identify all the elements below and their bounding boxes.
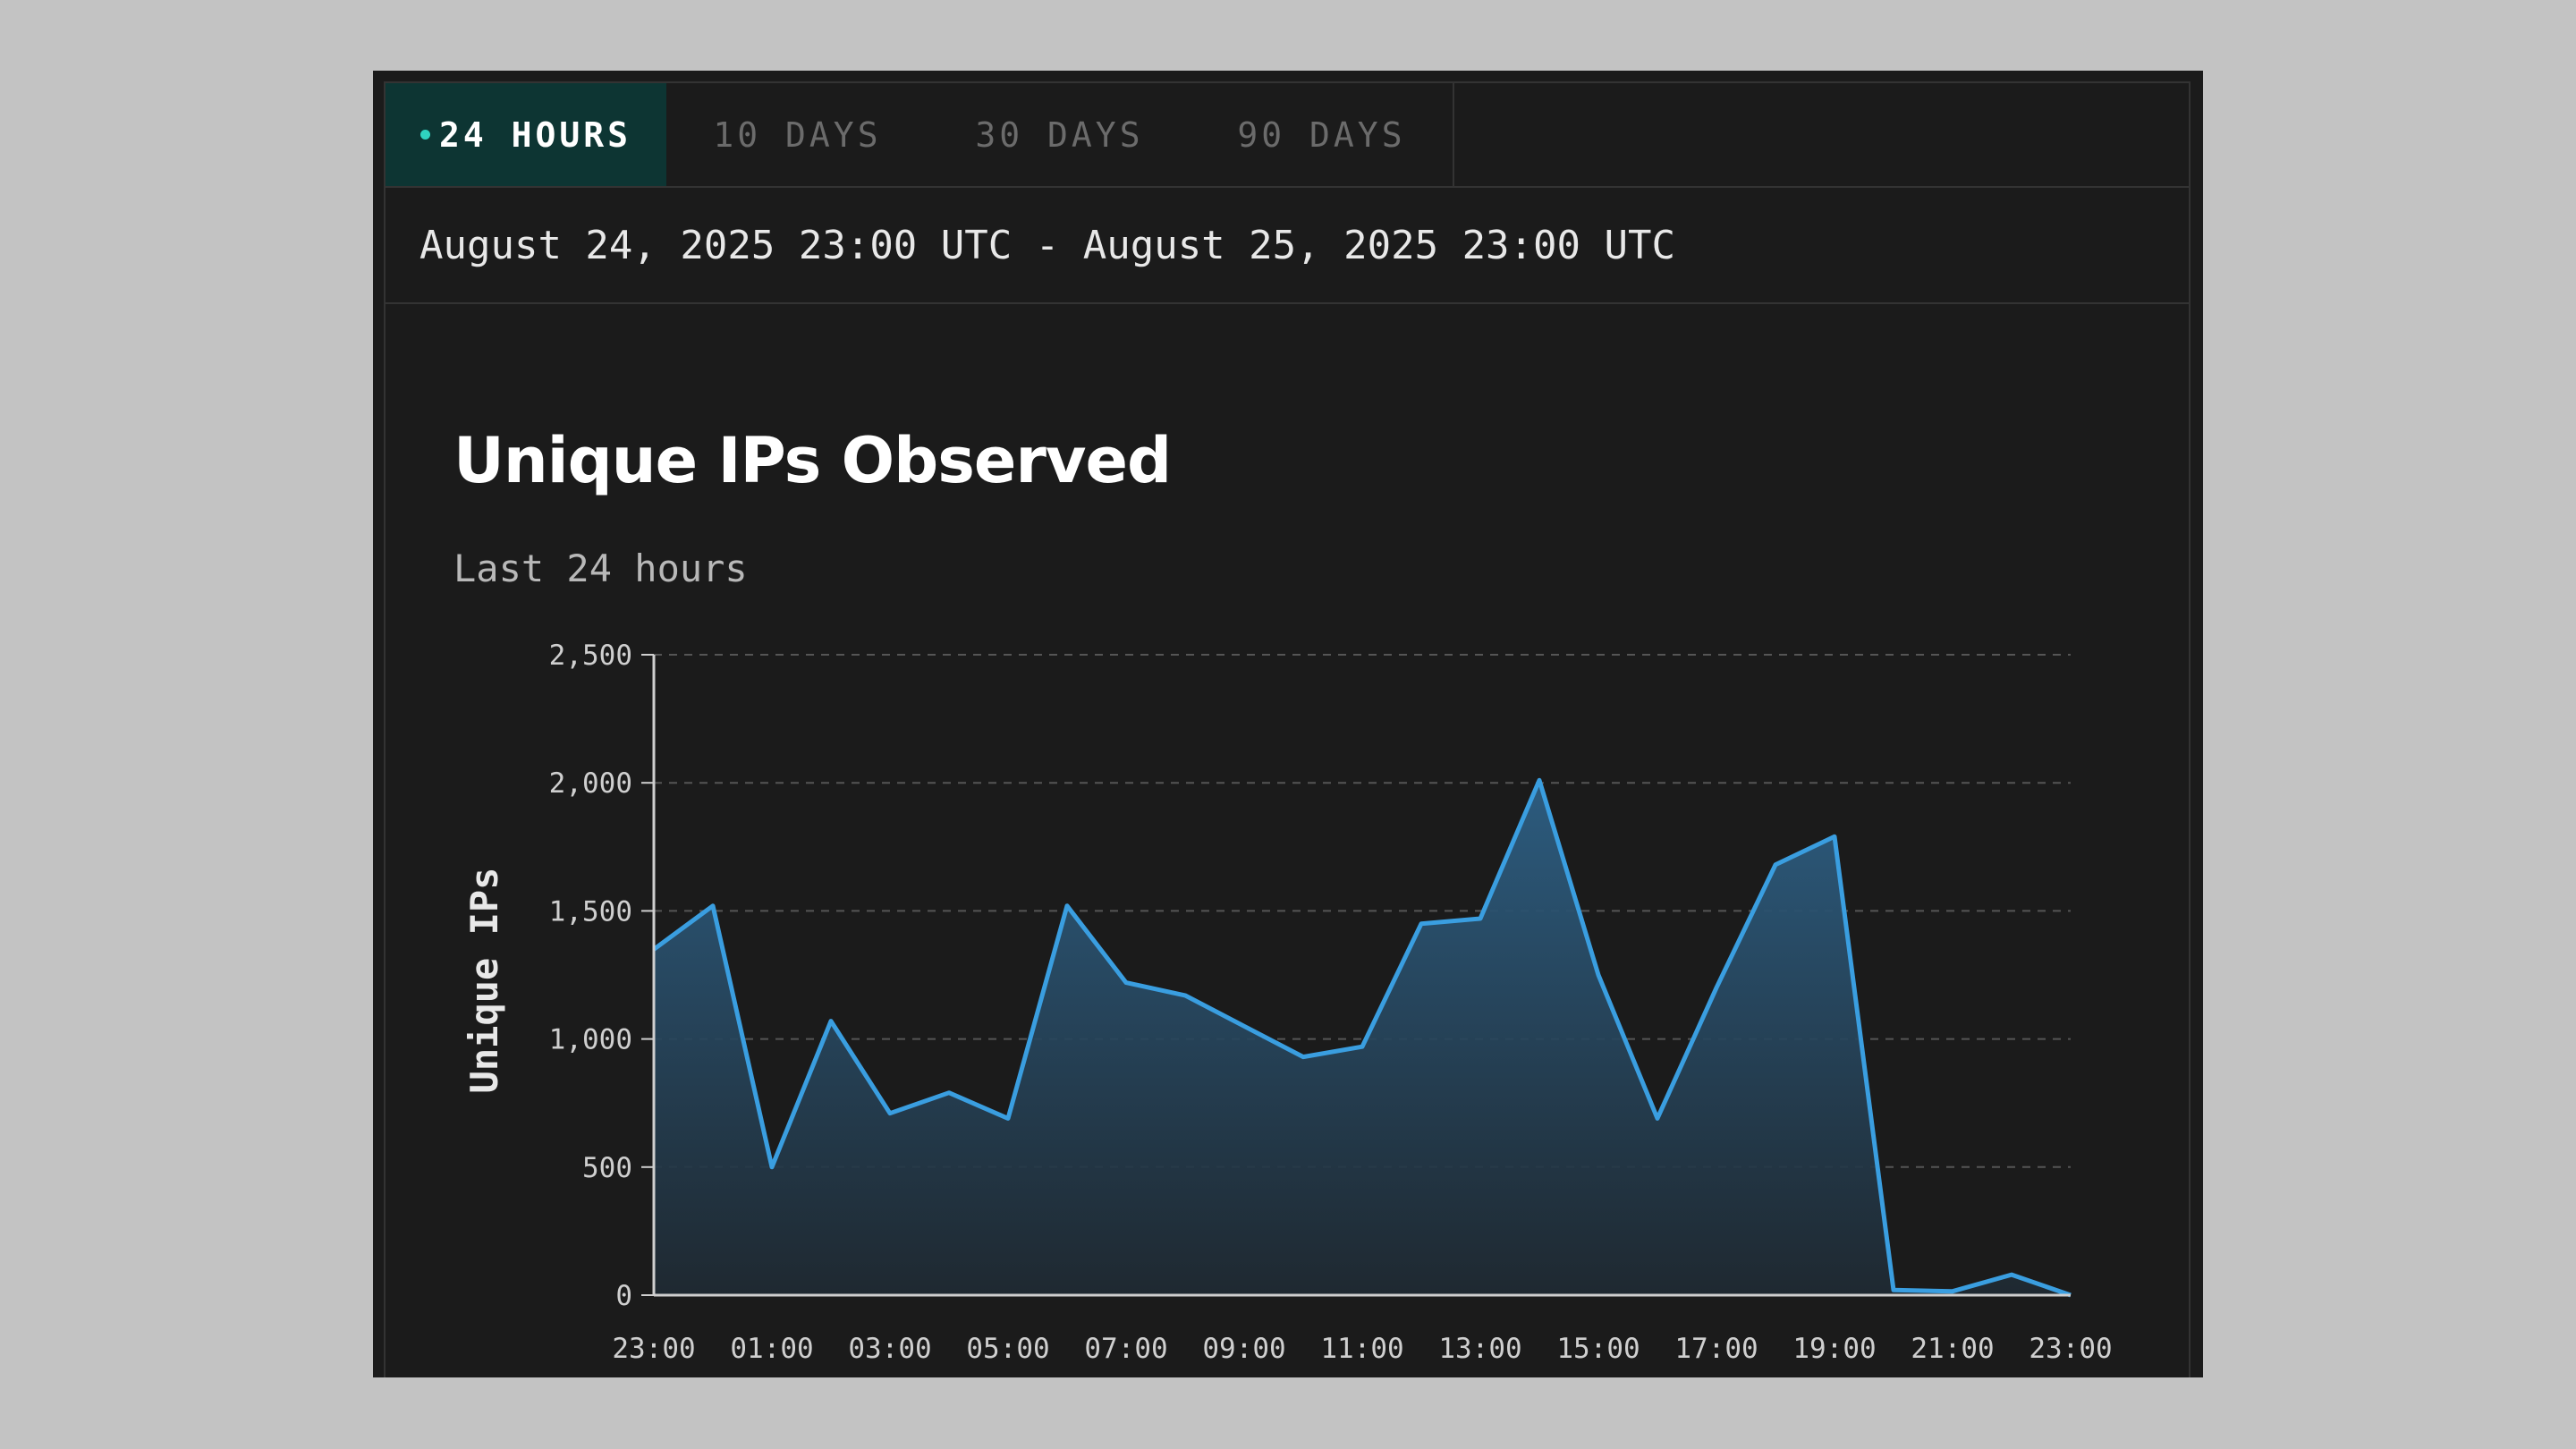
x-tick-label: 15:00: [1556, 1333, 1640, 1365]
data-point: [1714, 985, 1719, 990]
chart-card: Unique IPs Observed Last 24 hours 0 500 1,…: [384, 304, 2190, 1377]
tab-10-days[interactable]: 10 DAYS: [666, 83, 928, 186]
tab-90-days[interactable]: 90 DAYS: [1191, 83, 1453, 186]
y-tick-label: 2,500: [549, 640, 632, 672]
data-point: [2009, 1272, 2014, 1277]
y-tick-label: 0: [615, 1280, 632, 1312]
x-tick-label: 01:00: [730, 1333, 813, 1365]
y-tick-label: 1,000: [549, 1024, 632, 1056]
data-point: [828, 1019, 834, 1024]
y-tick-label: 1,500: [549, 895, 632, 928]
y-tick-label: 2,000: [549, 767, 632, 800]
data-point: [887, 1111, 893, 1116]
active-dot-icon: [419, 130, 430, 140]
data-point: [1360, 1044, 1365, 1049]
area-chart: 0 500 1,000 1,500 2,000 2,500 23:00 01:00 03:00 0…: [462, 640, 2113, 1365]
data-point: [1241, 1023, 1247, 1029]
data-point: [1064, 903, 1070, 909]
x-tick-label: 13:00: [1438, 1333, 1521, 1365]
x-tick-label: 11:00: [1320, 1333, 1403, 1365]
data-point: [1537, 777, 1542, 783]
tab-label: 10 DAYS: [713, 114, 882, 155]
x-tick-label: 17:00: [1674, 1333, 1758, 1365]
data-point: [710, 903, 716, 909]
y-axis-label: Unique IPs: [462, 868, 506, 1094]
data-point: [1655, 1115, 1660, 1121]
x-tick-label: 23:00: [612, 1333, 695, 1365]
tab-divider: [1453, 83, 1454, 186]
tab-label: 30 DAYS: [975, 114, 1144, 155]
data-point: [1478, 916, 1483, 921]
time-range-tabs: 24 HOURS 10 DAYS 30 DAYS 90 DAYS: [384, 81, 2190, 188]
data-point: [1182, 993, 1188, 998]
data-point: [1950, 1289, 1955, 1294]
data-point: [769, 1165, 775, 1170]
data-point: [1773, 862, 1778, 868]
series-area: [654, 780, 2071, 1295]
date-range: August 24, 2025 23:00 UTC - August 25, 2…: [384, 188, 2190, 304]
x-tick-label: 05:00: [966, 1333, 1049, 1365]
data-point: [1596, 972, 1601, 978]
data-point: [1419, 921, 1424, 927]
data-point: [1005, 1115, 1011, 1121]
tab-30-days[interactable]: 30 DAYS: [928, 83, 1191, 186]
y-tick-label: 500: [582, 1152, 632, 1184]
tab-label: 90 DAYS: [1237, 114, 1406, 155]
data-point: [1891, 1287, 1896, 1292]
data-point: [1301, 1055, 1306, 1060]
data-point: [946, 1090, 952, 1096]
date-range-text: August 24, 2025 23:00 UTC - August 25, 2…: [419, 222, 1675, 268]
x-tick-label: 23:00: [2029, 1333, 2112, 1365]
x-tick-label: 21:00: [1911, 1333, 1994, 1365]
x-tick-label: 09:00: [1202, 1333, 1285, 1365]
data-point: [1832, 834, 1837, 839]
x-tick-label: 19:00: [1792, 1333, 1876, 1365]
x-tick-label: 03:00: [848, 1333, 931, 1365]
tab-label: 24 HOURS: [438, 114, 632, 155]
data-point: [1123, 980, 1129, 986]
x-tick-label: 07:00: [1084, 1333, 1167, 1365]
analytics-panel: 24 HOURS 10 DAYS 30 DAYS 90 DAYS August …: [373, 71, 2203, 1377]
tab-24-hours[interactable]: 24 HOURS: [386, 83, 666, 186]
